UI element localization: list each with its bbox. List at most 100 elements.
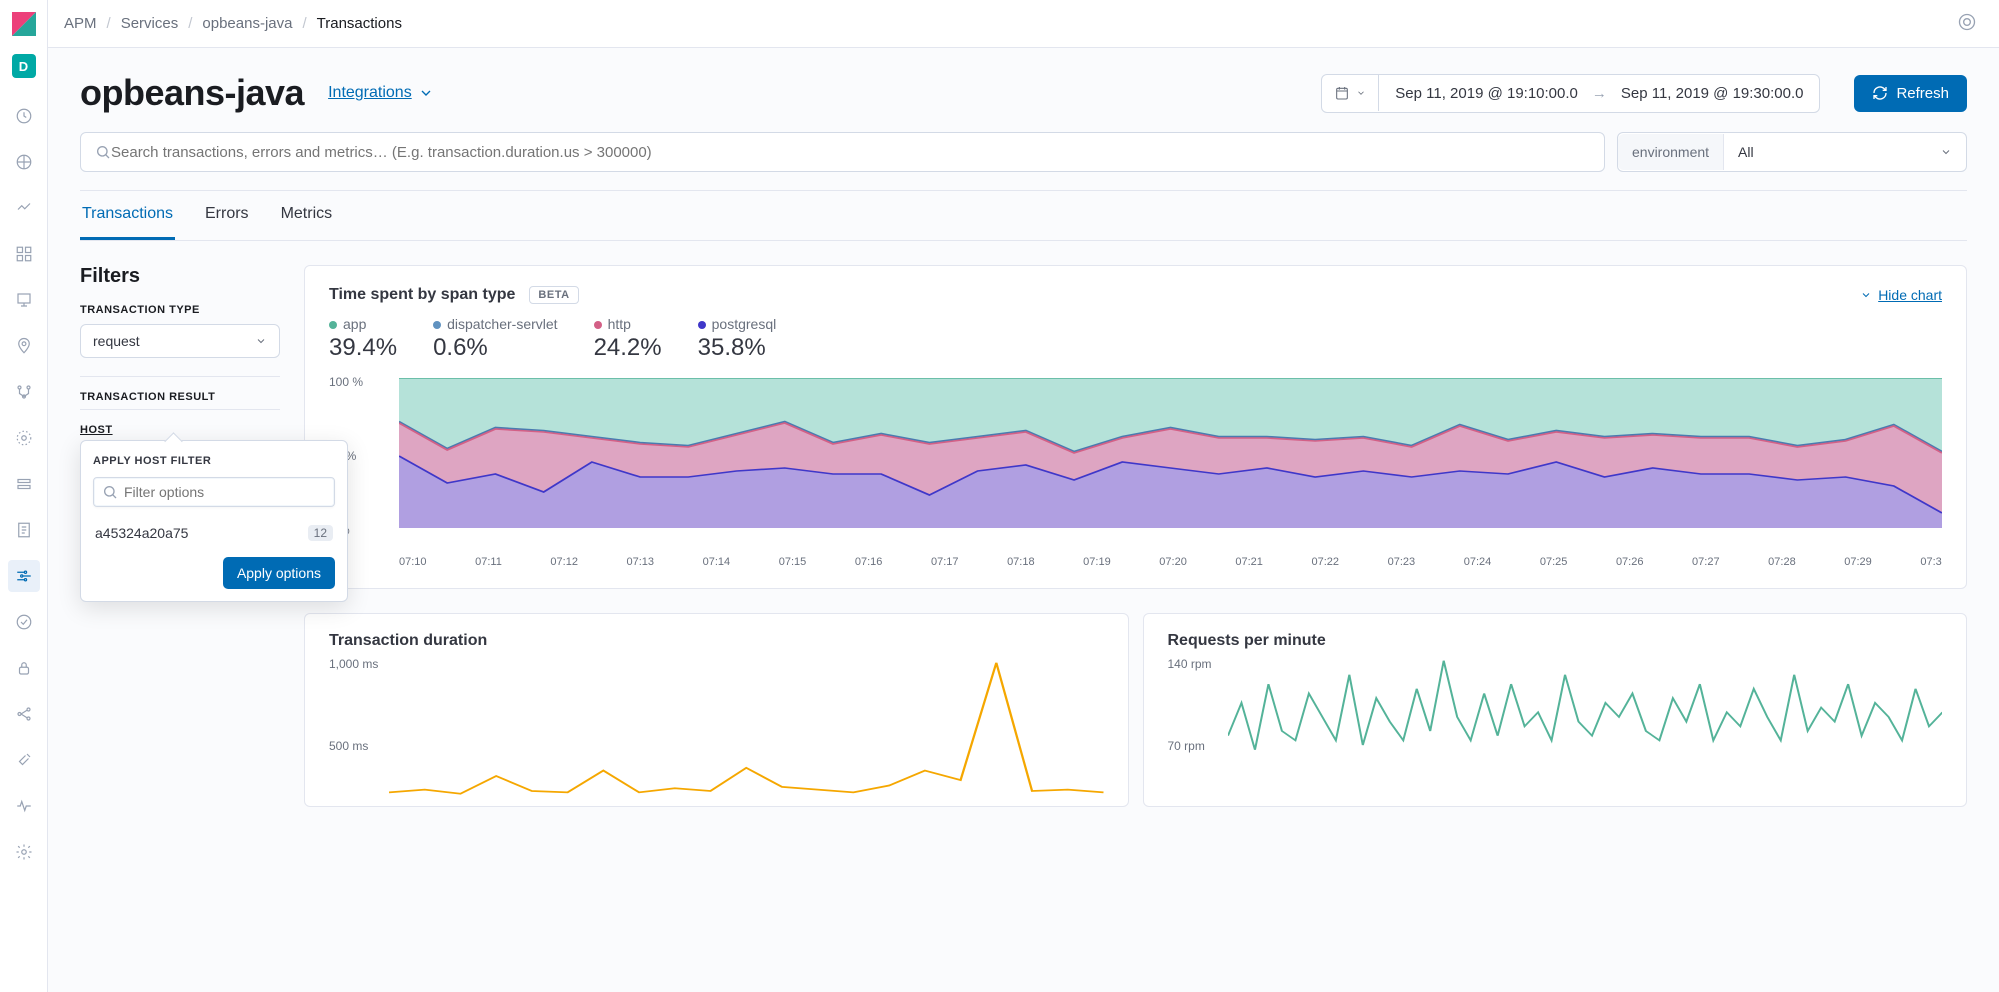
- search-input[interactable]: [111, 144, 1590, 161]
- nav-security[interactable]: [8, 652, 40, 684]
- filters-sidebar: Filters TRANSACTION TYPE request TRANSAC…: [80, 265, 280, 807]
- nav-logs[interactable]: [8, 468, 40, 500]
- nav-graph[interactable]: [8, 698, 40, 730]
- refresh-button[interactable]: Refresh: [1854, 75, 1967, 112]
- td-title: Transaction duration: [329, 632, 1104, 650]
- date-from: Sep 11, 2019 @ 19:10:00.0: [1395, 85, 1578, 102]
- ytick: 1,000 ms: [329, 657, 378, 671]
- ytick: 140 rpm: [1168, 657, 1212, 671]
- date-to: Sep 11, 2019 @ 19:30:00.0: [1621, 85, 1804, 102]
- xtick: 07:16: [855, 556, 883, 568]
- xtick: 07:12: [550, 556, 578, 568]
- filters-title: Filters: [80, 265, 280, 288]
- breadcrumb-services[interactable]: Services: [121, 15, 179, 32]
- legend-item[interactable]: http24.2%: [594, 316, 662, 362]
- kibana-logo-icon[interactable]: [10, 10, 38, 38]
- refresh-label: Refresh: [1896, 85, 1949, 102]
- nav-discover[interactable]: [8, 146, 40, 178]
- legend-percent: 39.4%: [329, 334, 397, 362]
- date-picker[interactable]: Sep 11, 2019 @ 19:10:00.0 → Sep 11, 2019…: [1321, 74, 1820, 113]
- xtick: 07:10: [399, 556, 427, 568]
- space-selector[interactable]: D: [12, 54, 36, 78]
- rpm-chart[interactable]: 140 rpm 70 rpm: [1168, 656, 1943, 806]
- environment-filter[interactable]: environment All: [1617, 132, 1967, 172]
- integrations-link[interactable]: Integrations: [328, 84, 434, 102]
- legend-dot-icon: [594, 321, 602, 329]
- legend-item[interactable]: app39.4%: [329, 316, 397, 362]
- xtick: 07:29: [1844, 556, 1872, 568]
- nav-monitoring[interactable]: [8, 790, 40, 822]
- breadcrumb-service[interactable]: opbeans-java: [202, 15, 292, 32]
- filter-result-label[interactable]: TRANSACTION RESULT: [80, 391, 280, 403]
- breadcrumb-apm[interactable]: APM: [64, 15, 97, 32]
- nav-recent[interactable]: [8, 100, 40, 132]
- tab-transactions[interactable]: Transactions: [80, 191, 175, 240]
- nav-ml[interactable]: [8, 376, 40, 408]
- popover-option[interactable]: a45324a20a75 12: [81, 517, 347, 549]
- popover-option-label: a45324a20a75: [95, 525, 188, 541]
- popover-option-count: 12: [308, 525, 333, 541]
- breadcrumb-current: Transactions: [317, 15, 402, 32]
- hide-chart-link[interactable]: Hide chart: [1860, 287, 1942, 303]
- integrations-label: Integrations: [328, 84, 412, 102]
- xtick: 07:17: [931, 556, 959, 568]
- chevron-down-icon: [255, 335, 267, 347]
- apply-options-button[interactable]: Apply options: [223, 557, 335, 589]
- search-input-wrapper[interactable]: [80, 132, 1605, 172]
- filter-type-select[interactable]: request: [80, 324, 280, 358]
- environment-label: environment: [1618, 134, 1724, 170]
- page-header: opbeans-java Integrations Sep 11, 2019 @…: [80, 72, 1967, 114]
- global-sidebar: D: [0, 0, 48, 992]
- nav-maps[interactable]: [8, 330, 40, 362]
- xtick: 07:13: [627, 556, 655, 568]
- nav-apm[interactable]: [8, 560, 40, 592]
- xtick: 07:27: [1692, 556, 1720, 568]
- date-picker-toggle[interactable]: [1322, 75, 1379, 111]
- nav-dashboard[interactable]: [8, 238, 40, 270]
- popover-search[interactable]: [93, 477, 335, 507]
- transaction-duration-panel: Transaction duration 1,000 ms 500 ms: [304, 613, 1129, 807]
- nav-notes[interactable]: [8, 514, 40, 546]
- nav-devtools[interactable]: [8, 744, 40, 776]
- tab-metrics[interactable]: Metrics: [279, 191, 335, 240]
- nav-management[interactable]: [8, 836, 40, 868]
- environment-value: All: [1738, 144, 1754, 160]
- legend-percent: 24.2%: [594, 334, 662, 362]
- xtick: 07:25: [1540, 556, 1568, 568]
- legend-item[interactable]: dispatcher-servlet 0.6%: [433, 316, 558, 362]
- legend-label: dispatcher-servlet: [447, 316, 558, 332]
- nav-infra[interactable]: [8, 422, 40, 454]
- xtick: 07:18: [1007, 556, 1035, 568]
- legend-percent: 0.6%: [433, 334, 558, 362]
- legend-dot-icon: [329, 321, 337, 329]
- xtick: 07:22: [1312, 556, 1340, 568]
- chevron-down-icon: [1940, 146, 1952, 158]
- span-chart[interactable]: 100 % 50 % 0 % 07:1007:1107:1207:1307:14…: [329, 378, 1942, 568]
- nav-visualize[interactable]: [8, 192, 40, 224]
- tabs: Transactions Errors Metrics: [80, 190, 1967, 240]
- popover-search-input[interactable]: [124, 484, 326, 500]
- xtick: 07:15: [779, 556, 807, 568]
- chevron-down-icon: [1356, 88, 1366, 98]
- rpm-title: Requests per minute: [1168, 632, 1943, 650]
- legend-label: postgresql: [712, 316, 777, 332]
- arrow-right-icon: →: [1592, 85, 1607, 102]
- nav-canvas[interactable]: [8, 284, 40, 316]
- hide-chart-label: Hide chart: [1878, 287, 1942, 303]
- search-icon: [102, 484, 118, 500]
- filter-type-value: request: [93, 333, 140, 349]
- tab-errors[interactable]: Errors: [203, 191, 251, 240]
- filter-host-label[interactable]: HOST: [80, 424, 280, 436]
- nav-uptime[interactable]: [8, 606, 40, 638]
- xtick: 07:21: [1235, 556, 1263, 568]
- ytick: 100 %: [329, 375, 363, 389]
- host-filter-popover: APPLY HOST FILTER a45324a20a75 12 Apply …: [80, 440, 348, 602]
- ytick: 500 ms: [329, 739, 368, 753]
- help-icon[interactable]: [1951, 6, 1983, 41]
- xtick: 07:19: [1083, 556, 1111, 568]
- xtick: 07:23: [1388, 556, 1416, 568]
- calendar-icon: [1334, 85, 1350, 101]
- legend-item[interactable]: postgresql35.8%: [698, 316, 777, 362]
- xtick: 07:20: [1159, 556, 1187, 568]
- td-chart[interactable]: 1,000 ms 500 ms: [329, 656, 1104, 806]
